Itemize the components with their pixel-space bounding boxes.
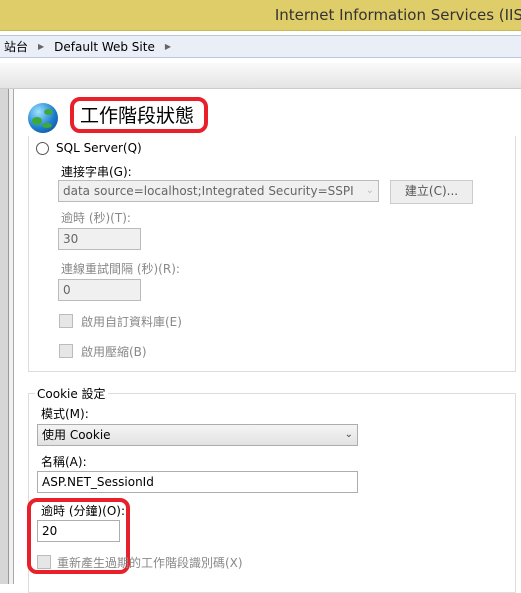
breadcrumb-arrow-icon[interactable]: ▶ [38, 42, 44, 51]
sql-server-radio[interactable] [36, 142, 49, 155]
conn-string-value: data source=localhost;Integrated Securit… [63, 184, 354, 198]
breadcrumb: 站台 ▶ Default Web Site ▶ [0, 35, 521, 58]
mode-value: 使用 Cookie [42, 428, 111, 442]
breadcrumb-item-sites[interactable]: 站台 [4, 38, 28, 55]
compression-label: 啟用壓縮(B) [81, 345, 147, 359]
cookie-name-label: 名稱(A): [41, 455, 87, 469]
conn-string-combo[interactable]: data source=localhost;Integrated Securit… [58, 180, 379, 202]
sql-timeout-input[interactable]: 30 [58, 228, 141, 250]
regen-id-checkbox[interactable] [37, 555, 51, 569]
cookie-legend: Cookie 設定 [35, 385, 108, 402]
sql-timeout-label: 逾時 (秒)(T): [61, 211, 131, 225]
connections-pane [0, 89, 9, 584]
retry-interval-input[interactable]: 0 [58, 279, 141, 301]
title-bar: Internet Information Services (IIS [0, 0, 521, 31]
create-button[interactable]: 建立(C)... [390, 180, 473, 204]
globe-icon [28, 103, 58, 133]
breadcrumb-arrow-icon[interactable]: ▶ [165, 42, 171, 51]
conn-string-label: 連接字串(G): [61, 165, 132, 179]
cookie-name-input[interactable]: ASP.NET_SessionId [37, 471, 358, 493]
mode-label: 模式(M): [41, 407, 89, 421]
sql-server-label: SQL Server(Q) [56, 141, 142, 155]
mode-select[interactable]: 使用 Cookie ⌄ [37, 424, 358, 446]
chevron-down-icon: ⌄ [365, 185, 374, 196]
toolbar [0, 63, 521, 89]
breadcrumb-item-default-web-site[interactable]: Default Web Site [54, 40, 155, 54]
window-title: Internet Information Services (IIS [274, 6, 521, 24]
custom-db-label: 啟用自訂資料庫(E) [81, 315, 182, 329]
regen-id-label: 重新產生過期的工作階段識別碼(X) [57, 556, 243, 570]
highlight-title [70, 97, 208, 133]
compression-checkbox[interactable] [59, 344, 73, 358]
custom-db-checkbox[interactable] [59, 314, 73, 328]
pane-splitter[interactable] [9, 89, 14, 584]
retry-interval-label: 連線重試間隔 (秒)(R): [61, 262, 180, 276]
chevron-down-icon: ⌄ [344, 429, 353, 440]
